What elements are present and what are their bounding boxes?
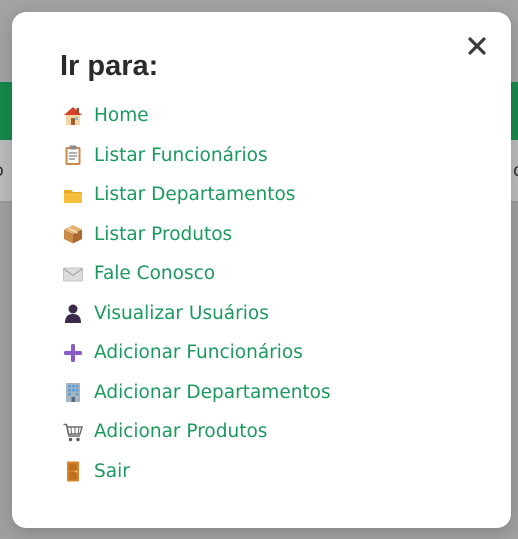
menu-item-visualizar-usuarios[interactable]: Visualizar Usuários: [62, 294, 331, 334]
menu-item-label: Sair: [94, 460, 130, 482]
office-building-icon: [62, 381, 84, 403]
package-icon: [62, 223, 84, 245]
menu-item-fale-conosco[interactable]: Fale Conosco: [62, 254, 331, 294]
menu-item-adicionar-funcionarios[interactable]: Adicionar Funcionários: [62, 333, 331, 373]
menu-item-adicionar-departamentos[interactable]: Adicionar Departamentos: [62, 373, 331, 413]
menu-item-home[interactable]: Home: [62, 96, 331, 136]
menu-item-label: Listar Produtos: [94, 223, 233, 245]
menu-item-label: Fale Conosco: [94, 263, 216, 285]
menu-item-listar-produtos[interactable]: Listar Produtos: [62, 215, 331, 255]
menu-item-listar-funcionarios[interactable]: Listar Funcionários: [62, 136, 331, 176]
plus-icon: [62, 342, 84, 364]
navigation-modal: Ir para: Home Listar Funcionários Listar…: [12, 12, 511, 528]
menu-item-adicionar-produtos[interactable]: Adicionar Produtos: [62, 412, 331, 452]
modal-title: Ir para:: [60, 50, 159, 82]
user-silhouette-icon: [62, 302, 84, 324]
house-icon: [62, 105, 84, 127]
envelope-icon: [62, 263, 84, 285]
door-icon: [62, 460, 84, 482]
clipboard-icon: [62, 144, 84, 166]
menu-item-label: Adicionar Produtos: [94, 421, 268, 443]
navigation-menu: Home Listar Funcionários Listar Departam…: [62, 96, 331, 491]
menu-item-sair[interactable]: Sair: [62, 452, 331, 492]
close-button[interactable]: [465, 34, 489, 58]
menu-item-label: Home: [94, 105, 149, 127]
folder-icon: [62, 184, 84, 206]
menu-item-label: Listar Funcionários: [94, 144, 268, 166]
menu-item-label: Adicionar Departamentos: [94, 381, 331, 403]
background-text-fragment-right: o: [513, 160, 518, 181]
shopping-cart-icon: [62, 421, 84, 443]
close-icon[interactable]: [465, 34, 489, 58]
menu-item-listar-departamentos[interactable]: Listar Departamentos: [62, 175, 331, 215]
background-text-fragment-left: ɔ: [0, 160, 4, 181]
menu-item-label: Visualizar Usuários: [94, 302, 269, 324]
menu-item-label: Listar Departamentos: [94, 184, 296, 206]
menu-item-label: Adicionar Funcionários: [94, 342, 303, 364]
